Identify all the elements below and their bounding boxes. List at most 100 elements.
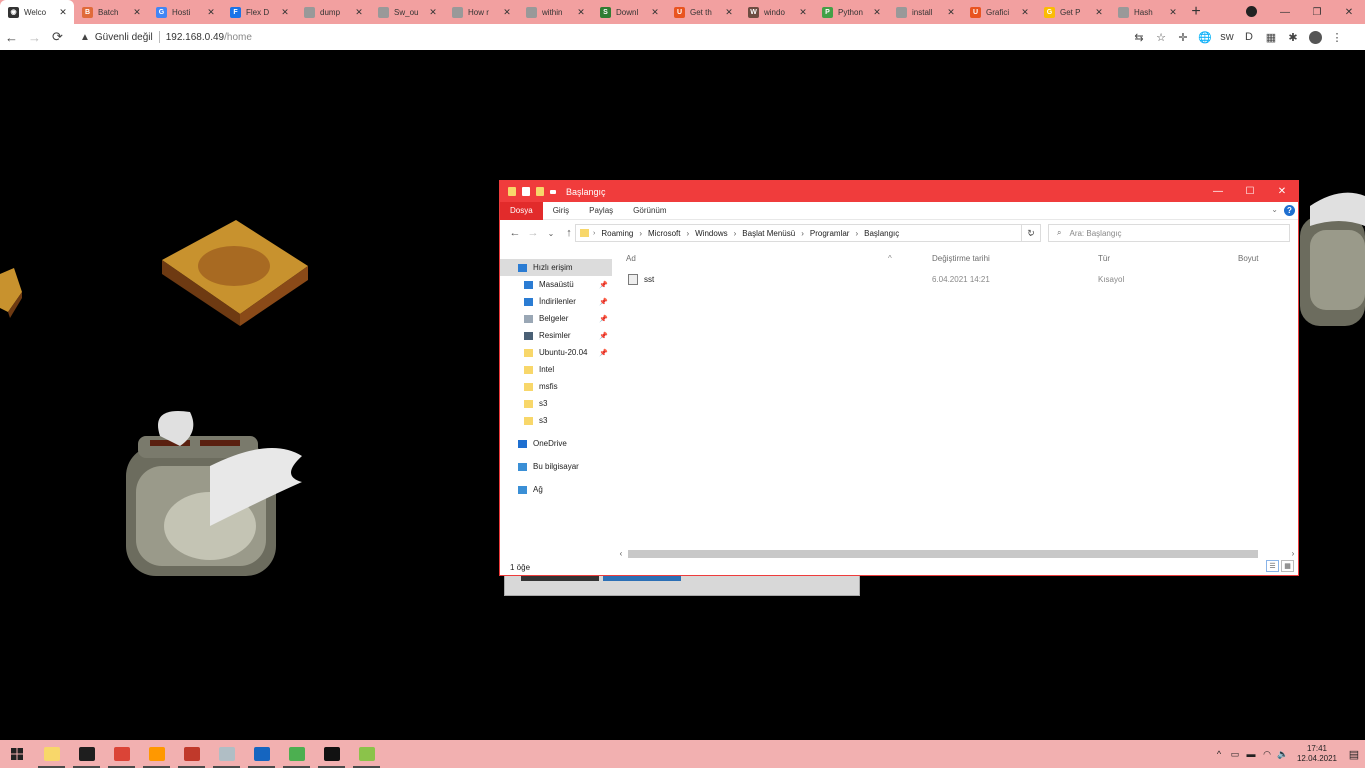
breadcrumb-separator-icon[interactable]: › bbox=[801, 229, 804, 238]
tab-close-icon[interactable]: ✕ bbox=[354, 7, 364, 18]
back-arrow-icon[interactable]: ← bbox=[506, 227, 524, 239]
tab-home[interactable]: Giriş bbox=[543, 202, 579, 220]
browser-tab[interactable]: Sw_ou ✕ bbox=[370, 0, 444, 24]
column-type[interactable]: Tür bbox=[1098, 254, 1110, 263]
file-row[interactable]: sst 6.04.2021 14:21 Kısayol bbox=[618, 271, 1298, 288]
help-icon[interactable]: ? bbox=[1284, 205, 1295, 216]
breadcrumb-separator-icon[interactable]: › bbox=[855, 229, 858, 238]
nav-item[interactable]: s3 bbox=[500, 395, 612, 412]
forward-arrow-icon[interactable]: → bbox=[524, 227, 542, 239]
tab-close-icon[interactable]: ✕ bbox=[502, 7, 512, 18]
pin-icon[interactable]: 📌 bbox=[599, 298, 608, 306]
back-button[interactable]: ← bbox=[0, 24, 23, 50]
nav-item[interactable]: Masaüstü 📌 bbox=[500, 276, 612, 293]
nav-item[interactable]: Hızlı erişim bbox=[500, 259, 612, 276]
nav-item[interactable]: Intel bbox=[500, 361, 612, 378]
address-bar[interactable]: ▲ Güvenli değil 192.168.0.49/home bbox=[80, 27, 1150, 47]
column-name[interactable]: Ad bbox=[626, 254, 636, 263]
breadcrumb-separator-icon[interactable]: › bbox=[734, 229, 737, 238]
extensions-puzzle-icon[interactable]: ✱ bbox=[1282, 24, 1304, 50]
breadcrumb-item[interactable]: Programlar bbox=[810, 229, 850, 238]
taskbar-app[interactable] bbox=[139, 740, 174, 768]
scroll-thumb[interactable] bbox=[628, 549, 1258, 558]
volume-icon[interactable]: 🔈 bbox=[1275, 749, 1291, 760]
scroll-left-icon[interactable]: ‹ bbox=[616, 549, 626, 558]
nav-item[interactable]: Ubuntu-20.04 📌 bbox=[500, 344, 612, 361]
breadcrumb-separator-icon[interactable]: › bbox=[686, 229, 689, 238]
browser-tab[interactable]: dump ✕ bbox=[296, 0, 370, 24]
extension-plus-icon[interactable]: ✛ bbox=[1172, 24, 1194, 50]
tab-close-icon[interactable]: ✕ bbox=[132, 7, 142, 18]
extension-sw-icon[interactable]: sw bbox=[1216, 24, 1238, 50]
breadcrumb-item[interactable]: Windows bbox=[695, 229, 727, 238]
scroll-right-icon[interactable]: › bbox=[1288, 549, 1298, 558]
nav-item[interactable]: Belgeler 📌 bbox=[500, 310, 612, 327]
taskbar-app[interactable] bbox=[69, 740, 104, 768]
breadcrumb-item[interactable]: Başlat Menüsü bbox=[742, 229, 795, 238]
large-icons-view-icon[interactable]: ▦ bbox=[1281, 560, 1294, 572]
maximize-button[interactable]: ❐ bbox=[1301, 0, 1333, 24]
tab-close-icon[interactable]: ✕ bbox=[1020, 7, 1030, 18]
tab-file[interactable]: Dosya bbox=[500, 201, 543, 220]
ribbon-expand-icon[interactable]: ⌄ bbox=[1271, 205, 1278, 214]
column-size[interactable]: Boyut bbox=[1238, 254, 1258, 263]
extension-globe-icon[interactable]: 🌐 bbox=[1194, 24, 1216, 50]
taskbar-app[interactable] bbox=[104, 740, 139, 768]
refresh-icon[interactable]: ↻ bbox=[1021, 224, 1041, 242]
nav-item[interactable]: Resimler 📌 bbox=[500, 327, 612, 344]
tab-close-icon[interactable]: ✕ bbox=[650, 7, 660, 18]
translate-icon[interactable]: ⇆ bbox=[1128, 24, 1150, 50]
browser-tab[interactable]: How r ✕ bbox=[444, 0, 518, 24]
extension-dot-icon[interactable] bbox=[1246, 6, 1257, 17]
tab-share[interactable]: Paylaş bbox=[579, 202, 623, 220]
warning-icon[interactable]: ▲ bbox=[80, 32, 90, 43]
extension-grid-icon[interactable]: ▦ bbox=[1260, 24, 1282, 50]
browser-tab[interactable]: U Get th ✕ bbox=[666, 0, 740, 24]
tab-close-icon[interactable]: ✕ bbox=[428, 7, 438, 18]
properties-icon[interactable] bbox=[522, 187, 530, 196]
details-view-icon[interactable]: ☰ bbox=[1266, 560, 1279, 572]
browser-tab[interactable]: F Flex D ✕ bbox=[222, 0, 296, 24]
reload-button[interactable]: ⟳ bbox=[46, 24, 69, 50]
security-label[interactable]: Güvenli değil bbox=[95, 32, 153, 43]
browser-tab[interactable]: Wwindo ✕ bbox=[740, 0, 814, 24]
taskbar-app[interactable] bbox=[34, 740, 69, 768]
tab-close-icon[interactable]: ✕ bbox=[280, 7, 290, 18]
tray-chevron-icon[interactable]: ^ bbox=[1211, 749, 1227, 759]
recent-dropdown-icon[interactable]: ⌄ bbox=[542, 229, 560, 238]
network-tray-icon[interactable]: ▭ bbox=[1227, 749, 1243, 760]
minimize-button[interactable]: — bbox=[1269, 0, 1301, 24]
breadcrumb-separator-icon[interactable]: › bbox=[639, 229, 642, 238]
pin-icon[interactable]: 📌 bbox=[599, 332, 608, 340]
new-tab-button[interactable]: + bbox=[1184, 0, 1208, 24]
taskbar-app[interactable] bbox=[349, 740, 384, 768]
browser-tab[interactable]: install ✕ bbox=[888, 0, 962, 24]
browser-tab[interactable]: S Downl ✕ bbox=[592, 0, 666, 24]
pin-icon[interactable]: 📌 bbox=[599, 281, 608, 289]
minimize-button[interactable]: — bbox=[1202, 181, 1234, 202]
tab-close-icon[interactable]: ✕ bbox=[1094, 7, 1104, 18]
tab-close-icon[interactable]: ✕ bbox=[946, 7, 956, 18]
breadcrumb-item[interactable]: Microsoft bbox=[648, 229, 680, 238]
browser-tab[interactable]: B Batch ✕ bbox=[74, 0, 148, 24]
nav-item[interactable]: s3 bbox=[500, 412, 612, 429]
horizontal-scrollbar[interactable]: ‹ › bbox=[616, 549, 1298, 558]
tab-close-icon[interactable]: ✕ bbox=[58, 7, 68, 18]
browser-tab[interactable]: U Grafici ✕ bbox=[962, 0, 1036, 24]
browser-menu-icon[interactable]: ⋮ bbox=[1326, 24, 1348, 50]
breadcrumb-item[interactable]: Roaming bbox=[601, 229, 633, 238]
column-modified[interactable]: Değiştirme tarihi bbox=[932, 254, 990, 263]
close-button[interactable]: ✕ bbox=[1266, 181, 1298, 202]
wifi-icon[interactable]: ◠ bbox=[1259, 749, 1275, 760]
nav-item[interactable]: Ağ bbox=[500, 481, 612, 498]
close-button[interactable]: ✕ bbox=[1333, 0, 1365, 24]
extension-d-icon[interactable]: D bbox=[1238, 24, 1260, 50]
browser-tab[interactable]: Hash ✕ bbox=[1110, 0, 1184, 24]
tab-close-icon[interactable]: ✕ bbox=[1168, 7, 1178, 18]
browser-tab[interactable]: within ✕ bbox=[518, 0, 592, 24]
battery-icon[interactable]: ▬ bbox=[1243, 749, 1259, 759]
nav-item[interactable]: İndirilenler 📌 bbox=[500, 293, 612, 310]
nav-item[interactable]: msfis bbox=[500, 378, 612, 395]
nav-item[interactable]: Bu bilgisayar bbox=[500, 458, 612, 475]
new-folder-icon[interactable] bbox=[536, 187, 544, 196]
